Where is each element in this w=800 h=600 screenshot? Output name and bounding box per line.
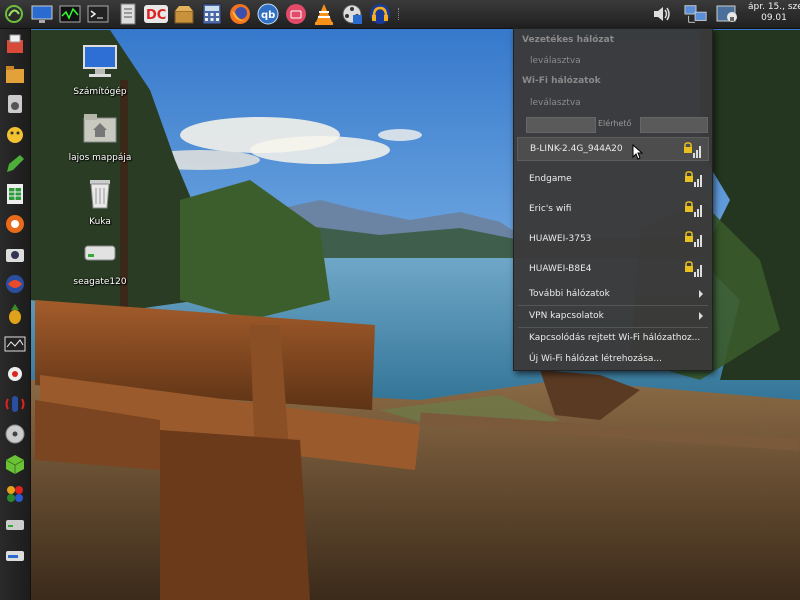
desktop-icon-drive[interactable]: seagate120 <box>60 232 140 287</box>
disc-icon[interactable] <box>3 422 27 446</box>
video-icon[interactable] <box>3 332 27 356</box>
menu-swirl-icon[interactable] <box>2 2 26 26</box>
wifi-header: Wi-Fi hálózatok <box>522 76 601 86</box>
disk-utility-icon[interactable] <box>3 542 27 566</box>
connect-hidden-wifi-item[interactable]: Kapcsolódás rejtett Wi-Fi hálózathoz... <box>517 328 709 348</box>
network-item[interactable]: HUAWEI-B8E4 <box>517 257 709 281</box>
network-item[interactable]: Eric's wifi <box>517 197 709 221</box>
file-manager-icon[interactable] <box>3 62 27 86</box>
archive-manager-icon[interactable] <box>172 2 196 26</box>
user-icon[interactable] <box>716 2 740 26</box>
desktop-icon-label: Számítógép <box>73 87 127 97</box>
wifi-status: leválasztva <box>530 98 581 108</box>
network-item[interactable]: HUAWEI-3753 <box>517 227 709 251</box>
clock-time: 09.01 <box>761 13 787 23</box>
firefox-icon[interactable] <box>228 2 252 26</box>
network-name: B-LINK-2.4G_944A20 <box>530 144 623 154</box>
connect-hidden-label: Kapcsolódás rejtett Wi-Fi hálózathoz... <box>529 333 701 343</box>
top-panel: DC qb ápr. 15., sze 09.01 <box>0 0 800 29</box>
volume-icon[interactable] <box>650 2 674 26</box>
svg-text:DC: DC <box>146 8 166 23</box>
clock-date: ápr. 15., sze <box>748 2 800 12</box>
cube-icon[interactable] <box>3 452 27 476</box>
available-label: Elérhető <box>598 119 632 128</box>
computer-icon <box>83 45 117 77</box>
desktop-icon-label: seagate120 <box>73 277 127 287</box>
screenshot-icon[interactable] <box>284 2 308 26</box>
desktop-icon-home-folder[interactable]: lajos mappája <box>60 108 140 163</box>
notes-icon[interactable] <box>3 152 27 176</box>
wired-status: leválasztva <box>530 56 581 66</box>
create-wifi-item[interactable]: Új Wi-Fi hálózat létrehozása... <box>517 349 709 369</box>
desktop-icon-label: lajos mappája <box>68 153 132 163</box>
audio-icon[interactable] <box>3 392 27 416</box>
network-name: HUAWEI-3753 <box>529 234 592 244</box>
mouse-cursor-icon <box>632 144 644 160</box>
secured-signal-icon <box>684 142 701 158</box>
network-name: HUAWEI-B8E4 <box>529 264 592 274</box>
pineapple-icon[interactable] <box>3 302 27 326</box>
text-editor-icon[interactable] <box>116 2 140 26</box>
music-icon[interactable] <box>3 92 27 116</box>
media-icon[interactable] <box>3 362 27 386</box>
submenu-arrow-icon <box>699 312 703 320</box>
desktop-icon-trash[interactable]: Kuka <box>60 172 140 227</box>
secured-signal-icon <box>685 231 702 247</box>
more-networks-label: További hálózatok <box>529 289 610 299</box>
panel-separator <box>398 8 401 20</box>
monitor-icon[interactable] <box>30 2 54 26</box>
available-filter: Elérhető <box>526 117 708 133</box>
network-item[interactable]: B-LINK-2.4G_944A20 <box>517 137 709 161</box>
software-center-icon[interactable] <box>3 32 27 56</box>
vlc-icon[interactable] <box>312 2 336 26</box>
hard-drive-icon <box>84 245 116 261</box>
audio-player-icon[interactable] <box>368 2 392 26</box>
trash-icon <box>90 180 110 209</box>
wired-header: Vezetékes hálózat <box>522 35 615 45</box>
apps-icon[interactable] <box>3 482 27 506</box>
network-name: Eric's wifi <box>529 204 572 214</box>
video-editor-icon[interactable] <box>340 2 364 26</box>
double-commander-icon[interactable]: DC <box>144 2 168 26</box>
network-item[interactable]: Endgame <box>517 167 709 191</box>
ubuntu-tweak-icon[interactable] <box>3 212 27 236</box>
network-name: Endgame <box>529 174 572 184</box>
submenu-arrow-icon <box>699 290 703 298</box>
svg-text:qb: qb <box>261 10 275 21</box>
network-menu: Vezetékes hálózat leválasztva Wi-Fi háló… <box>513 28 713 371</box>
create-wifi-label: Új Wi-Fi hálózat létrehozása... <box>529 354 662 364</box>
calculator-icon[interactable] <box>200 2 224 26</box>
system-monitor-icon[interactable] <box>58 2 82 26</box>
spreadsheet-icon[interactable] <box>3 182 27 206</box>
home-folder-icon <box>83 114 117 143</box>
secured-signal-icon <box>685 261 702 277</box>
terminal-icon[interactable] <box>86 2 110 26</box>
clock[interactable]: ápr. 15., sze 09.01 <box>748 2 800 24</box>
camera-icon[interactable] <box>3 242 27 266</box>
desktop-icon-label: Kuka <box>89 217 111 227</box>
messenger-icon[interactable] <box>3 122 27 146</box>
secured-signal-icon <box>685 201 702 217</box>
vpn-label: VPN kapcsolatok <box>529 311 604 321</box>
vpn-submenu[interactable]: VPN kapcsolatok <box>517 306 709 326</box>
drive-icon[interactable] <box>3 512 27 536</box>
browser-globe-icon[interactable] <box>3 272 27 296</box>
left-dock <box>0 28 31 600</box>
secured-signal-icon <box>685 171 702 187</box>
network-icon[interactable] <box>684 2 708 26</box>
qbittorrent-icon[interactable]: qb <box>256 2 280 26</box>
filter-bar-right <box>640 117 708 133</box>
desktop-icon-computer[interactable]: Számítógép <box>60 42 140 97</box>
filter-bar-left <box>526 117 596 133</box>
more-networks-submenu[interactable]: További hálózatok <box>517 284 709 304</box>
